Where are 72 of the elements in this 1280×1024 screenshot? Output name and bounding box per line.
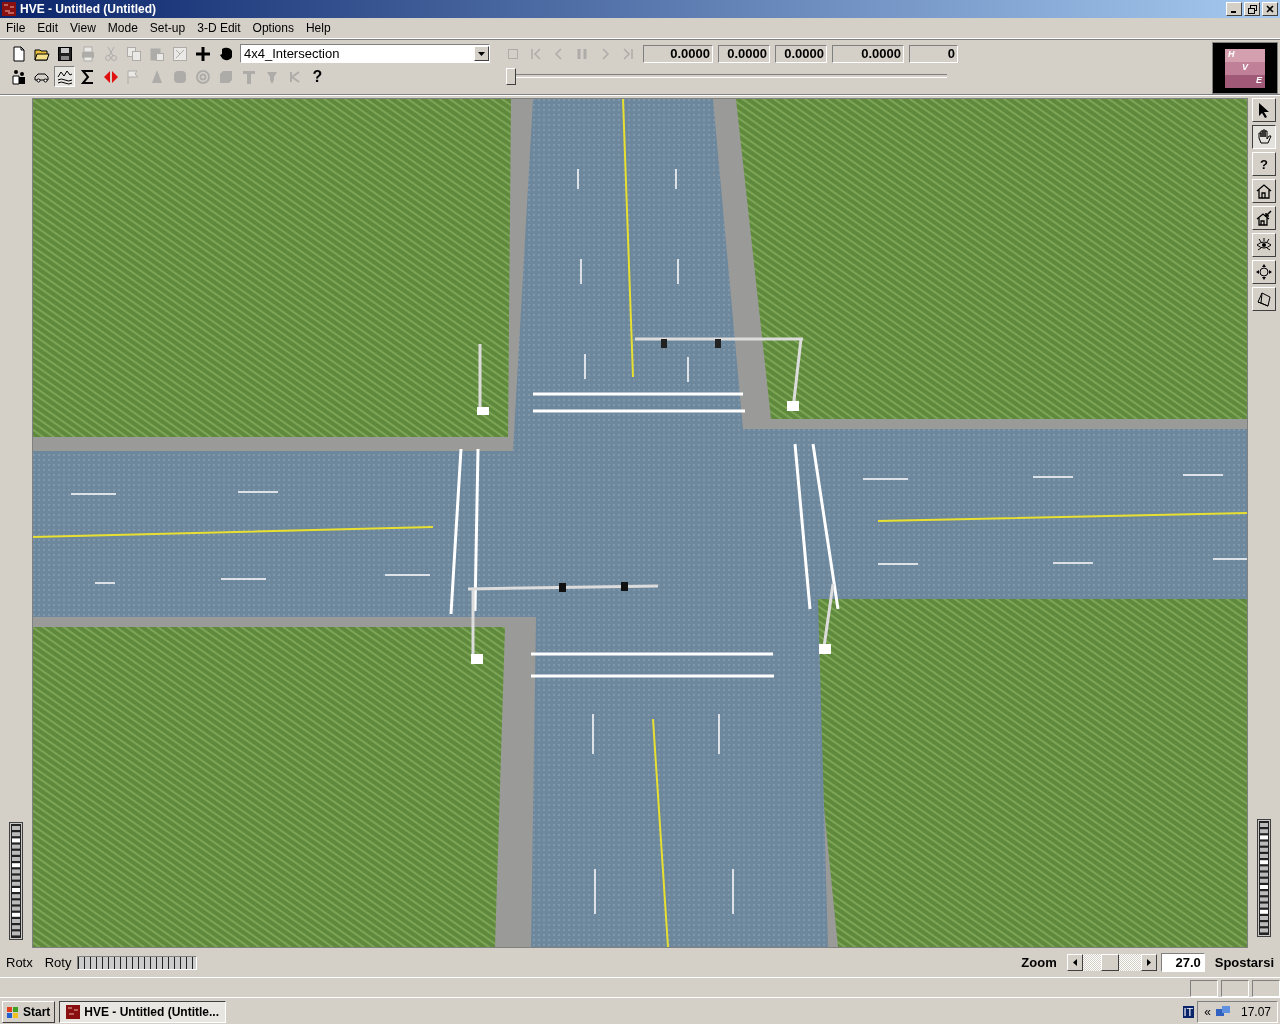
menu-item[interactable]: View bbox=[64, 21, 102, 35]
house-arrow-icon bbox=[1256, 210, 1272, 226]
toolbar-button[interactable]: ? bbox=[307, 66, 328, 87]
mode-label: Spostarsi bbox=[1214, 955, 1274, 970]
dropdown-arrow-icon bbox=[478, 51, 485, 56]
menu-item[interactable]: Edit bbox=[31, 21, 65, 35]
save-icon bbox=[56, 45, 73, 62]
menu-item[interactable]: Mode bbox=[101, 21, 144, 35]
menu-item[interactable]: Options bbox=[246, 21, 300, 35]
status-panel bbox=[1190, 980, 1218, 997]
print-icon bbox=[79, 45, 96, 62]
window-title: HVE - Untitled (Untitled) bbox=[20, 2, 156, 16]
move-icon bbox=[1256, 264, 1272, 280]
maximize-button[interactable] bbox=[1244, 2, 1260, 16]
readout-field: 0.0000 bbox=[775, 44, 827, 63]
roty-label: Roty bbox=[44, 955, 72, 970]
view-tool-button[interactable] bbox=[1252, 125, 1276, 149]
close-button[interactable] bbox=[1262, 2, 1278, 16]
status-panel bbox=[1221, 980, 1249, 997]
clock: 17.07 bbox=[1240, 1005, 1271, 1019]
drum-icon bbox=[171, 68, 188, 85]
new-icon bbox=[10, 45, 27, 62]
menu-item[interactable]: Set-up bbox=[143, 21, 192, 35]
view-tool-button[interactable]: ? bbox=[1252, 152, 1276, 176]
orientation-cube[interactable]: H V E bbox=[1212, 42, 1278, 94]
menu-item[interactable]: Help bbox=[299, 21, 337, 35]
ring-icon bbox=[194, 68, 211, 85]
people-icon bbox=[10, 68, 27, 85]
readout-field: 0.0000 bbox=[718, 44, 770, 63]
tee-icon bbox=[240, 68, 257, 85]
start-button[interactable]: Start bbox=[2, 1001, 56, 1023]
rotx-label: Rotx bbox=[6, 955, 33, 970]
readout-field: 0.0000 bbox=[643, 44, 713, 63]
app-logo-icon bbox=[66, 1005, 81, 1019]
terrain-icon bbox=[56, 68, 73, 85]
right-arrow-icon bbox=[1146, 959, 1151, 966]
toolbar-button[interactable] bbox=[54, 66, 75, 87]
box-icon bbox=[1256, 291, 1272, 307]
eye-icon bbox=[1256, 237, 1272, 253]
menu-item[interactable]: File bbox=[0, 21, 32, 35]
rotation-wheel[interactable] bbox=[1257, 819, 1271, 937]
readout-field: 0.0000 bbox=[832, 44, 904, 63]
block-icon bbox=[217, 68, 234, 85]
scroll-left-button[interactable] bbox=[1066, 954, 1083, 971]
house-icon bbox=[1256, 183, 1272, 199]
sigma-icon bbox=[79, 68, 96, 85]
zoom-value-field[interactable]: 27.0 bbox=[1160, 953, 1205, 972]
rotation-wheel[interactable] bbox=[77, 955, 198, 970]
left-arrow-icon bbox=[1072, 959, 1077, 966]
status-panel bbox=[1252, 980, 1280, 997]
close-icon bbox=[1266, 5, 1274, 13]
show-hidden-icons-button[interactable]: « bbox=[1204, 1005, 1211, 1019]
scene-combo-box[interactable]: 4x4_Intersection bbox=[240, 44, 490, 63]
language-indicator[interactable]: IT bbox=[1182, 1006, 1195, 1018]
restore-icon bbox=[1247, 4, 1257, 14]
copy-icon bbox=[125, 45, 142, 62]
app-logo-icon bbox=[2, 2, 16, 16]
zoom-label: Zoom bbox=[1021, 955, 1057, 970]
hand-outline-icon bbox=[1256, 129, 1272, 145]
plus-icon bbox=[194, 45, 211, 62]
rotation-wheel[interactable] bbox=[8, 822, 23, 940]
windows-flag-icon bbox=[6, 1005, 20, 1019]
double-arrow-icon bbox=[102, 68, 119, 85]
menu-item[interactable]: 3-D Edit bbox=[191, 21, 247, 35]
cut-icon bbox=[102, 45, 119, 62]
minimize-button[interactable] bbox=[1226, 2, 1242, 16]
network-icon[interactable] bbox=[1214, 1005, 1231, 1019]
taskbar-button[interactable]: HVE - Untitled (Untitle... bbox=[59, 1001, 226, 1023]
zoom-scrollbar[interactable] bbox=[1082, 954, 1141, 971]
frame-icon bbox=[171, 45, 188, 62]
readout-field: 0 bbox=[909, 44, 958, 63]
timeline-slider[interactable] bbox=[507, 67, 947, 86]
